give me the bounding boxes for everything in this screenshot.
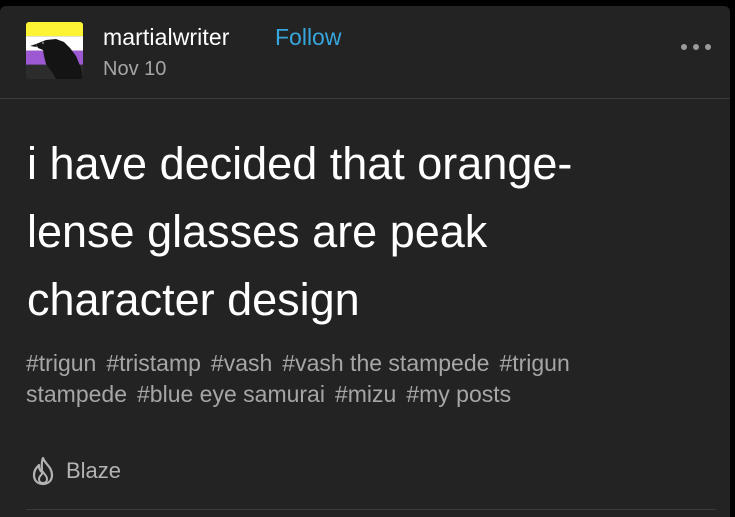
post-body-line: lense glasses are peak [27,206,488,257]
avatar[interactable] [26,22,83,79]
tag[interactable]: #trigun [499,350,569,376]
post-body-line: character design [27,274,360,325]
blaze-label: Blaze [66,458,122,483]
post-body-line: i have decided that orange- [27,138,573,189]
tag[interactable]: #vash [211,350,272,376]
tag[interactable]: #tristamp [106,350,201,376]
post-card: martialwriter Follow Nov 10 i have decid… [0,6,730,517]
ellipsis-icon [681,44,711,50]
more-options-button[interactable] [678,40,714,54]
blaze-button[interactable]: Blaze [30,453,121,489]
tag[interactable]: #mizu [335,381,396,407]
tag[interactable]: #vash the stampede [282,350,489,376]
tag[interactable]: #blue eye samurai [137,381,325,407]
post-body: i have decided that orange- lense glasse… [27,130,707,334]
post-date[interactable]: Nov 10 [103,57,166,81]
tag[interactable]: #my posts [406,381,511,407]
username[interactable]: martialwriter [103,23,230,51]
post-header: martialwriter Follow Nov 10 [0,6,730,99]
follow-button[interactable]: Follow [275,23,341,51]
tag[interactable]: #trigun [26,350,96,376]
tag[interactable]: stampede [26,381,127,407]
tag-line: #trigun #tristamp #vash #vash the stampede #… [26,348,716,379]
crow-avatar-icon [26,22,83,79]
tag-list: #trigun #tristamp #vash #vash the stampede #… [26,348,716,410]
tag-line: stampede #blue eye samurai #mizu #my posts [26,379,716,410]
flame-icon [32,456,54,486]
divider [26,509,716,510]
